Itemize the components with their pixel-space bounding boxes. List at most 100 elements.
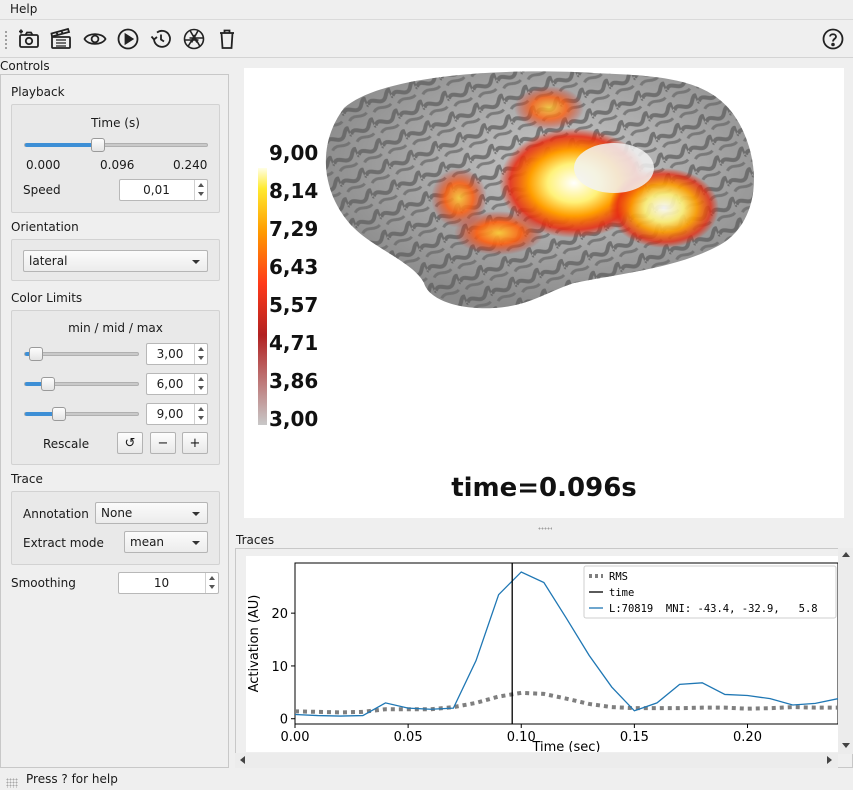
fmin-spinbox[interactable]: 3,00 — [146, 343, 208, 365]
fmax-spinbox[interactable]: 9,00 — [146, 403, 208, 425]
minus-icon: − — [157, 435, 169, 451]
speed-value: 0,01 — [143, 183, 170, 197]
fmid-slider-handle[interactable] — [40, 377, 55, 391]
scroll-down-icon[interactable] — [842, 743, 850, 748]
plus-icon: + — [189, 435, 201, 451]
scroll-right-icon[interactable] — [827, 756, 832, 764]
orientation-group: lateral — [11, 239, 220, 281]
resize-grip[interactable] — [6, 778, 18, 788]
x-tick-label: 0.20 — [733, 730, 762, 745]
fmax-slider[interactable] — [24, 407, 139, 421]
legend-label: RMS — [609, 571, 628, 583]
chevron-down-icon — [192, 541, 200, 545]
fmid-spin-arrows[interactable] — [194, 374, 207, 394]
time-tick-end: 0.240 — [173, 158, 208, 172]
scroll-left-icon[interactable] — [240, 756, 245, 764]
fmin-slider-handle[interactable] — [29, 347, 44, 361]
traces-horizontal-scrollbar[interactable] — [235, 753, 838, 768]
time-slider-fill — [25, 143, 98, 147]
x-tick-label: 0.05 — [394, 730, 423, 745]
menu-help[interactable]: Help — [10, 2, 37, 16]
reset-icon — [150, 29, 171, 48]
y-axis-label: Activation (AU) — [247, 595, 262, 693]
speed-spin-arrows[interactable] — [194, 180, 207, 200]
fmax-slider-handle[interactable] — [51, 407, 66, 421]
time-slider[interactable] — [24, 138, 208, 152]
smoothing-spin-arrows[interactable] — [205, 573, 218, 593]
status-bar: Press ? for help — [0, 770, 853, 790]
shutter-button[interactable] — [181, 26, 207, 52]
orientation-section-title: Orientation — [11, 220, 79, 234]
x-axis-label: Time (sec) — [531, 740, 600, 752]
brain-3d-view[interactable]: 9,00 8,14 7,29 6,43 5,57 4,71 3,86 3,00 … — [244, 68, 844, 518]
time-tick-current: 0.096 — [100, 158, 135, 172]
trace-section-title: Trace — [11, 472, 43, 486]
colorbar-tick-label: 9,00 — [269, 141, 319, 165]
colorbar — [258, 168, 267, 425]
time-tick-start: 0.000 — [26, 158, 61, 172]
fmid-value: 6,00 — [156, 377, 184, 391]
help-icon — [822, 28, 844, 50]
fmin-value: 3,00 — [156, 347, 184, 361]
orientation-combo[interactable]: lateral — [23, 250, 208, 272]
extract-mode-value: mean — [130, 535, 165, 549]
menu-bar: Help — [0, 0, 853, 20]
reset-button[interactable] — [148, 26, 174, 52]
colorbar-tick-label: 8,14 — [269, 179, 319, 203]
speed-spinbox[interactable]: 0,01 — [119, 179, 208, 201]
y-tick-label: 10 — [271, 660, 288, 675]
traces-dock-title: Traces — [236, 533, 275, 547]
screenshot-button[interactable] — [16, 26, 42, 52]
visibility-icon — [83, 33, 107, 45]
annotation-combo[interactable]: None — [95, 502, 208, 524]
controls-dock-title: Controls — [0, 59, 50, 73]
legend-label: time — [609, 587, 634, 599]
fmin-slider[interactable] — [24, 347, 139, 361]
rms-line — [294, 690, 838, 715]
play-button[interactable] — [115, 26, 141, 52]
trace-plot[interactable]: 0.00 0.05 0.10 0.15 0.20 0 10 20 Time (sec) Activ… — [246, 556, 839, 755]
trace-chart: 0.00 0.05 0.10 0.15 0.20 0 10 20 Time (sec) Activ… — [247, 562, 839, 755]
status-text: Press ? for help — [26, 772, 118, 786]
visibility-button[interactable] — [82, 26, 108, 52]
color-limits-group: min / mid / max 3,00 6,00 9,00 Rescale ↺… — [11, 310, 220, 465]
trace-group: Annotation None Extract mode mean — [11, 491, 220, 565]
y-tick-label: 0 — [280, 713, 288, 728]
reset-limits-button[interactable]: ↺ — [117, 432, 143, 454]
increase-limits-button[interactable]: + — [182, 432, 208, 454]
toolbar — [0, 20, 853, 58]
fmax-spin-arrows[interactable] — [194, 404, 207, 424]
help-button[interactable] — [820, 26, 846, 52]
smoothing-spinbox[interactable]: 10 — [118, 572, 219, 594]
colorbar-tick-label: 3,00 — [269, 407, 319, 431]
time-label: Time (s) — [91, 116, 140, 130]
traces-vertical-scrollbar[interactable] — [838, 548, 853, 754]
extract-mode-combo[interactable]: mean — [124, 531, 208, 553]
screenshot-icon — [19, 29, 39, 48]
scroll-up-icon[interactable] — [842, 552, 850, 557]
smoothing-value: 10 — [153, 576, 170, 590]
decrease-limits-button[interactable]: − — [150, 432, 176, 454]
splitter-handle[interactable] — [538, 527, 552, 530]
colorbar-tick-label: 5,57 — [269, 293, 319, 317]
clear-button[interactable] — [214, 26, 240, 52]
shutter-icon — [183, 28, 205, 50]
fmid-spinbox[interactable]: 6,00 — [146, 373, 208, 395]
movie-icon — [50, 27, 71, 49]
toolbar-grip[interactable] — [4, 30, 8, 50]
colorbar-tick-label: 6,43 — [269, 255, 319, 279]
reset-icon: ↺ — [124, 435, 136, 451]
playback-group: Time (s) 0.000 0.096 0.240 Speed 0,01 — [11, 104, 220, 213]
x-tick-label: 0.15 — [620, 730, 649, 745]
playback-section-title: Playback — [11, 85, 65, 99]
y-tick-label: 20 — [271, 607, 288, 622]
controls-panel: Playback Time (s) 0.000 0.096 0.240 Spee… — [0, 74, 229, 768]
fmin-spin-arrows[interactable] — [194, 344, 207, 364]
color-limits-header: min / mid / max — [68, 321, 163, 335]
legend-label: L:70819 MNI: -43.4, -32.9, 5.8 — [609, 603, 818, 615]
time-slider-handle[interactable] — [90, 138, 105, 152]
brain-surface — [258, 71, 754, 425]
fmid-slider[interactable] — [24, 377, 139, 391]
movie-button[interactable] — [48, 26, 74, 52]
annotation-label: Annotation — [23, 507, 89, 521]
